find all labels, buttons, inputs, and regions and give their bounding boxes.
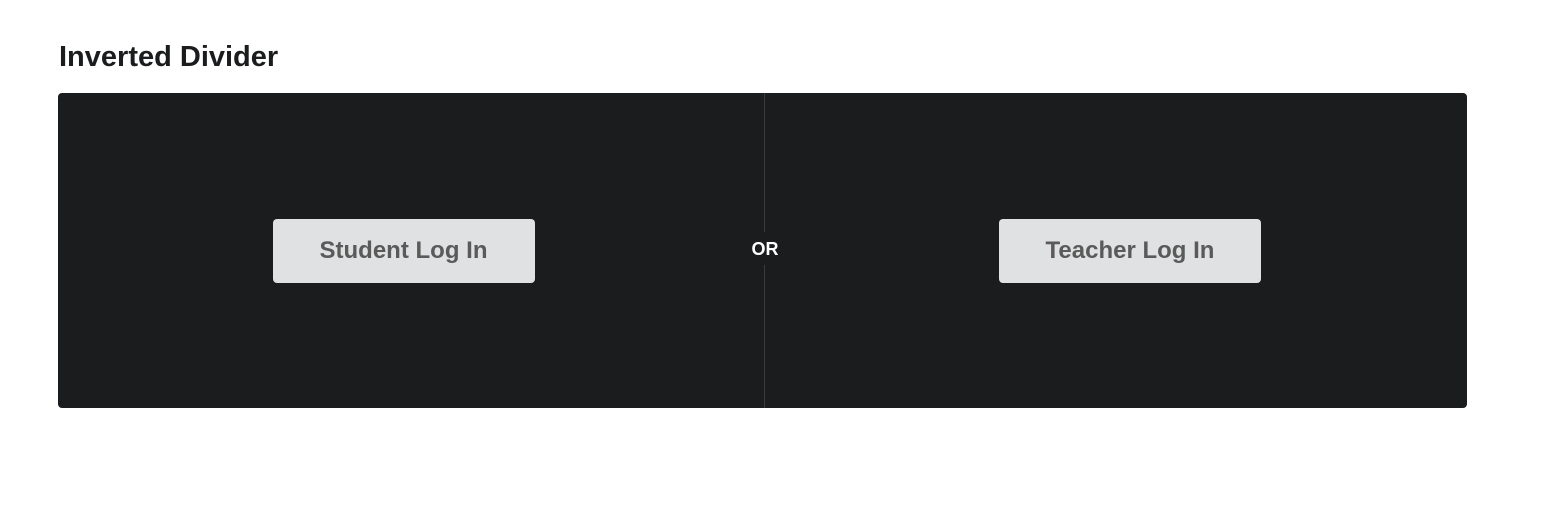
section-title: Inverted Divider	[59, 41, 279, 73]
right-column: Teacher Log In	[765, 93, 1467, 408]
student-login-button[interactable]: Student Log In	[272, 218, 535, 283]
left-column: Student Log In	[58, 93, 764, 408]
inverted-segment: Student Log In OR Teacher Log In	[58, 93, 1467, 408]
teacher-login-button[interactable]: Teacher Log In	[999, 218, 1261, 283]
